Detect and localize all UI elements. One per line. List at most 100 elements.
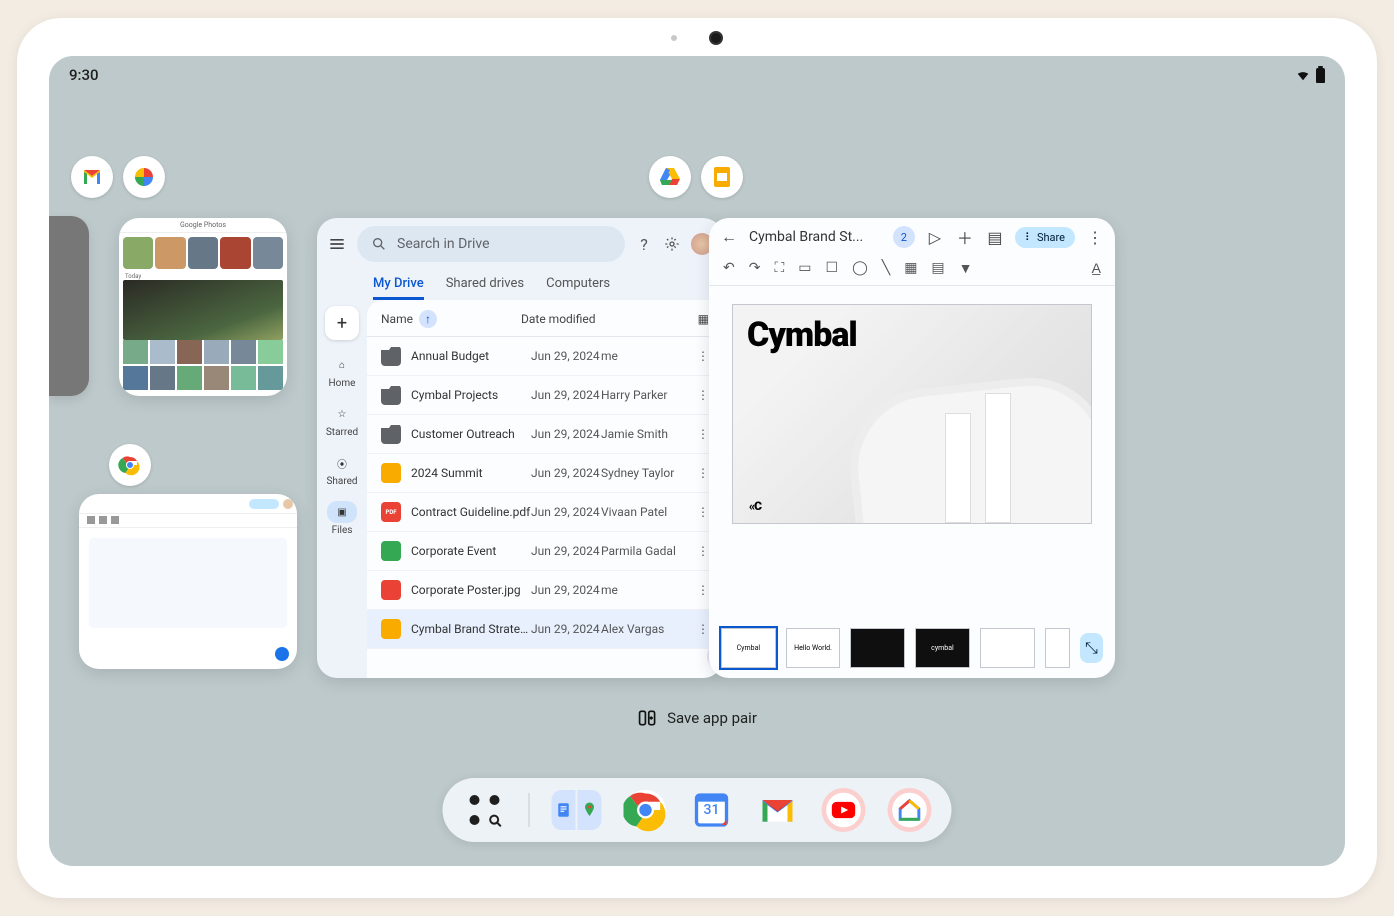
drive-search[interactable]: Search in Drive <box>357 226 625 262</box>
table-icon[interactable]: ▦ <box>904 260 917 277</box>
taskbar: 31 <box>443 778 952 842</box>
recents-card-docs[interactable] <box>79 494 297 669</box>
photos-mini-header: Google Photos <box>119 218 287 233</box>
calendar-date: 31 <box>704 802 720 818</box>
rail-files[interactable]: ▣Files <box>327 501 357 536</box>
sort-asc-icon[interactable]: ↑ <box>419 310 437 328</box>
file-more-icon[interactable]: ⋮ <box>697 427 709 441</box>
shape-icon[interactable]: ◯ <box>852 260 868 277</box>
speaker-notes-icon[interactable]: ▤ <box>985 227 1005 247</box>
file-date: Jun 29, 2024 <box>531 505 601 519</box>
grid-toggle-icon[interactable]: ▦ <box>698 312 709 326</box>
slides-title[interactable]: Cymbal Brand St... <box>749 229 883 245</box>
thumb-1[interactable]: Cymbal <box>721 628 776 668</box>
file-row[interactable]: Annual BudgetJun 29, 2024me⋮ <box>367 337 723 376</box>
file-more-icon[interactable]: ⋮ <box>697 466 709 480</box>
image-icon[interactable]: ▭ <box>798 260 811 277</box>
file-row[interactable]: PDFContract Guideline.pdfJun 29, 2024Viv… <box>367 493 723 532</box>
file-row[interactable]: Corporate Poster.jpgJun 29, 2024me⋮ <box>367 571 723 610</box>
file-name: Contract Guideline.pdf <box>411 505 531 519</box>
resize-fab[interactable]: ⤡ <box>1080 633 1103 663</box>
drive-bubble[interactable] <box>649 156 691 198</box>
file-row[interactable]: Cymbal ProjectsJun 29, 2024Harry Parker⋮ <box>367 376 723 415</box>
slides-bubble[interactable] <box>701 156 743 198</box>
thumb-6[interactable] <box>1045 628 1070 668</box>
recents-card-peek[interactable] <box>49 216 89 396</box>
gmail-icon <box>758 790 798 830</box>
youtube-icon <box>830 796 858 824</box>
back-icon[interactable]: ← <box>719 227 739 247</box>
hamburger-icon[interactable] <box>327 234 347 254</box>
select-icon[interactable]: ⛶ <box>774 260 784 277</box>
help-icon[interactable]: ? <box>635 235 653 253</box>
more-icon[interactable]: ⋮ <box>1085 227 1105 247</box>
col-name[interactable]: Name↑ <box>381 310 521 328</box>
chrome-bubble[interactable] <box>109 444 151 486</box>
redo-icon[interactable]: ↷ <box>749 260 761 277</box>
slides-icon <box>381 463 401 483</box>
sensor-dot <box>671 35 677 41</box>
folder-icon <box>381 346 401 366</box>
file-more-icon[interactable]: ⋮ <box>697 622 709 636</box>
rail-shared[interactable]: ⦿Shared <box>326 452 357 487</box>
col-date[interactable]: Date modified <box>521 312 698 326</box>
present-icon[interactable]: ▷ <box>925 227 945 247</box>
text-format-icon[interactable]: A̲ <box>1092 260 1101 277</box>
thumb-3[interactable] <box>850 628 905 668</box>
all-apps-button[interactable] <box>463 788 507 832</box>
dock-chrome[interactable] <box>624 788 668 832</box>
file-row[interactable]: 2024 SummitJun 29, 2024Sydney Taylor⋮ <box>367 454 723 493</box>
new-button[interactable]: + <box>325 306 359 340</box>
recents-card-drive[interactable]: Search in Drive ? My Drive Shared drives… <box>317 218 723 678</box>
file-row[interactable]: Customer OutreachJun 29, 2024Jamie Smith… <box>367 415 723 454</box>
thumb-4[interactable]: cymbal <box>915 628 970 668</box>
gmail-bubble[interactable] <box>71 156 113 198</box>
layout-icon[interactable]: ▤ <box>931 260 944 277</box>
theme-icon[interactable]: ▼ <box>959 260 973 277</box>
dock-gmail[interactable] <box>756 788 800 832</box>
undo-icon[interactable]: ↶ <box>723 260 735 277</box>
photos-grid <box>119 340 287 394</box>
collab-badge[interactable]: 2 <box>893 226 915 248</box>
file-date: Jun 29, 2024 <box>531 583 601 597</box>
rail-home[interactable]: ⌂Home <box>327 354 357 389</box>
recents-card-slides[interactable]: ← Cymbal Brand St... 2 ▷ ＋ ▤ ⠇ Share ⋮ ↶… <box>709 218 1115 678</box>
tab-shared-drives[interactable]: Shared drives <box>446 270 524 300</box>
slide-canvas[interactable]: Cymbal «C <box>709 286 1115 542</box>
dock-divider <box>529 793 530 827</box>
photos-bubble[interactable] <box>123 156 165 198</box>
dock-calendar[interactable]: 31 <box>690 788 734 832</box>
textbox-icon[interactable]: ☐ <box>826 260 839 277</box>
add-icon[interactable]: ＋ <box>955 227 975 247</box>
file-name: Customer Outreach <box>411 427 531 441</box>
home-icon <box>896 796 924 824</box>
dock-app-pair[interactable] <box>552 790 602 830</box>
file-more-icon[interactable]: ⋮ <box>697 505 709 519</box>
file-more-icon[interactable]: ⋮ <box>697 544 709 558</box>
dock-home[interactable] <box>888 788 932 832</box>
settings-icon[interactable] <box>663 235 681 253</box>
file-more-icon[interactable]: ⋮ <box>697 388 709 402</box>
person-add-icon: ⠇ <box>1025 231 1033 244</box>
dock-youtube[interactable] <box>822 788 866 832</box>
file-more-icon[interactable]: ⋮ <box>697 583 709 597</box>
save-app-pair[interactable]: Save app pair <box>637 708 757 728</box>
status-bar: 9:30 <box>69 66 1325 84</box>
file-row[interactable]: Cymbal Brand StrategyJun 29, 2024Alex Va… <box>367 610 723 649</box>
file-owner: Jamie Smith <box>601 427 697 441</box>
file-row[interactable]: Corporate EventJun 29, 2024Parmila Gadal… <box>367 532 723 571</box>
tab-mydrive[interactable]: My Drive <box>373 270 424 300</box>
slides-toolbar: ↶ ↷ ⛶ ▭ ☐ ◯ ╲ ▦ ▤ ▼ A̲ <box>709 256 1115 286</box>
recents-card-photos[interactable]: Google Photos Today <box>119 218 287 396</box>
share-button[interactable]: ⠇ Share <box>1015 227 1075 248</box>
photos-strip <box>119 233 287 273</box>
status-icons <box>1294 68 1325 83</box>
file-more-icon[interactable]: ⋮ <box>697 349 709 363</box>
docs-icon <box>555 801 573 819</box>
tab-computers[interactable]: Computers <box>546 270 610 300</box>
thumb-5[interactable] <box>980 628 1035 668</box>
thumb-2[interactable]: Hello World. <box>786 628 841 668</box>
rail-starred[interactable]: ☆Starred <box>326 403 358 438</box>
line-icon[interactable]: ╲ <box>882 260 890 277</box>
chrome-icon <box>624 788 668 832</box>
